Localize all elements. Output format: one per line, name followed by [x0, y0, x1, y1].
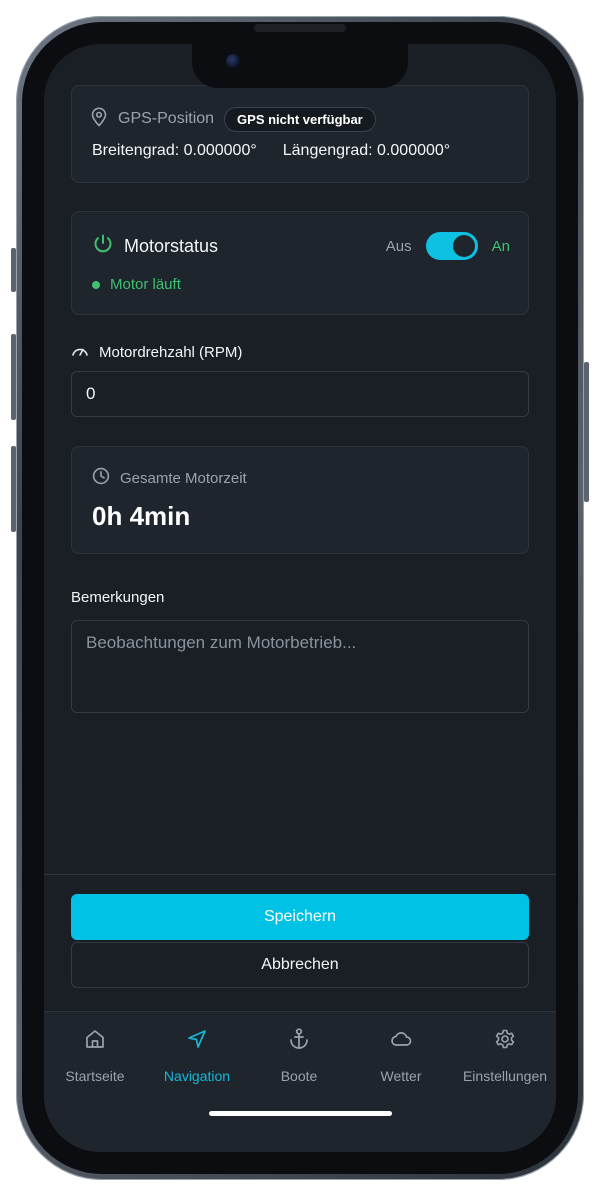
front-camera — [226, 54, 240, 68]
tab-label: Boote — [280, 1068, 318, 1084]
tab-label: Navigation — [163, 1068, 231, 1084]
volume-down-button — [11, 446, 16, 532]
latitude-value: Breitengrad: 0.000000° — [92, 142, 257, 159]
motor-status-title: Motorstatus — [124, 235, 219, 256]
power-button — [584, 362, 589, 502]
cloud-icon — [350, 1026, 452, 1052]
anchor-icon — [248, 1026, 350, 1052]
status-dot-icon — [92, 280, 100, 289]
toggle-on-label: An — [491, 237, 510, 255]
bottom-tab-bar: Startseite Navigation Boote Wetter Einst… — [44, 1011, 556, 1152]
motor-toggle-switch[interactable] — [425, 232, 478, 260]
earpiece-speaker — [254, 24, 346, 32]
power-icon — [92, 233, 114, 260]
mute-switch — [11, 248, 16, 292]
notch — [192, 44, 408, 88]
footer-divider — [44, 874, 556, 875]
tab-label: Wetter — [380, 1068, 422, 1084]
gps-title: GPS-Position — [118, 110, 215, 127]
rpm-input[interactable]: 0 — [71, 371, 529, 417]
tab-wetter[interactable]: Wetter — [350, 1026, 452, 1084]
tab-navigation[interactable]: Navigation — [146, 1026, 248, 1084]
rpm-label-row: Motordrehzahl (RPM) — [71, 343, 242, 361]
save-button[interactable]: Speichern — [71, 894, 529, 940]
rpm-label: Motordrehzahl (RPM) — [99, 343, 243, 361]
gear-icon — [454, 1026, 556, 1052]
toggle-off-label: Aus — [385, 237, 412, 255]
volume-up-button — [11, 334, 16, 420]
toggle-knob — [452, 235, 475, 257]
home-indicator[interactable] — [209, 1111, 392, 1116]
home-icon — [44, 1026, 146, 1052]
navigation-arrow-icon — [146, 1026, 248, 1052]
tab-startseite[interactable]: Startseite — [44, 1026, 146, 1084]
gps-position-card: GPS-Position GPS nicht verfügbar Breiten… — [71, 85, 529, 183]
total-motor-time-card: Gesamte Motorzeit 0h 4min — [71, 446, 529, 554]
map-pin-icon — [90, 107, 108, 132]
cancel-button[interactable]: Abbrechen — [71, 942, 529, 988]
motor-running-status: Motor läuft — [110, 276, 181, 293]
tab-boote[interactable]: Boote — [248, 1026, 350, 1084]
longitude-value: Längengrad: 0.000000° — [282, 142, 451, 159]
tab-label: Startseite — [65, 1068, 125, 1084]
motor-status-card: Motorstatus Aus An Motor läuft — [71, 211, 529, 315]
clock-icon — [92, 467, 110, 489]
total-time-label: Gesamte Motorzeit — [120, 469, 247, 487]
notes-label: Bemerkungen — [71, 589, 165, 606]
notes-textarea[interactable]: Beobachtungen zum Motorbetrieb... — [71, 620, 529, 713]
app-screen: GPS-Position GPS nicht verfügbar Breiten… — [44, 44, 556, 1152]
tab-einstellungen[interactable]: Einstellungen — [454, 1026, 556, 1084]
gauge-icon — [71, 343, 89, 361]
tab-label: Einstellungen — [462, 1068, 548, 1084]
total-time-value: 0h 4min — [92, 501, 191, 531]
gps-status-badge: GPS nicht verfügbar — [224, 106, 376, 132]
